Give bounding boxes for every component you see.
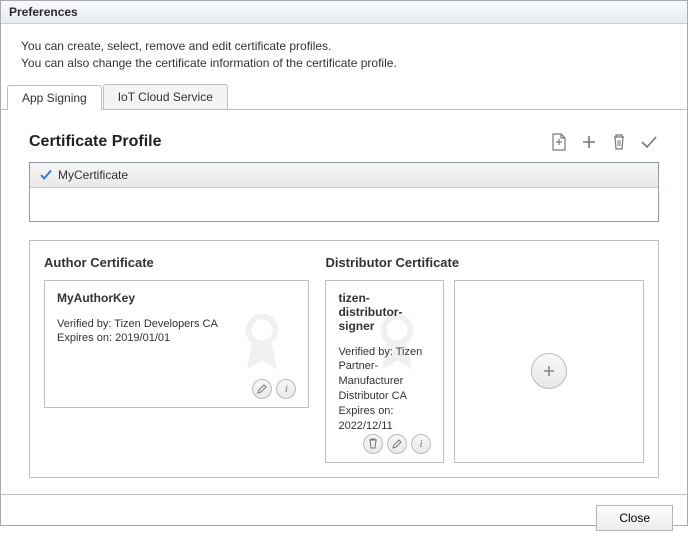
close-button-label: Close xyxy=(619,511,650,525)
author-cert-actions: i xyxy=(57,379,296,399)
set-active-profile-icon[interactable] xyxy=(639,132,659,152)
add-profile-icon[interactable] xyxy=(579,132,599,152)
check-icon xyxy=(40,169,52,181)
distributor-cert-row: tizen-distributor-signer Verified by: Ti… xyxy=(325,280,644,463)
profile-item[interactable]: MyCertificate xyxy=(30,166,658,184)
distributor-cert-name: tizen-distributor-signer xyxy=(338,291,431,333)
section-header: Certificate Profile xyxy=(29,132,659,152)
distributor-cert-actions: i xyxy=(338,434,431,454)
distributor-cert-verified: Verified by: Tizen Partner-Manufacturer … xyxy=(338,345,431,404)
window-title: Preferences xyxy=(1,1,687,24)
delete-profile-icon[interactable] xyxy=(609,132,629,152)
edit-distributor-cert-icon[interactable] xyxy=(387,434,407,454)
description-line-2: You can also change the certificate info… xyxy=(21,55,667,72)
profile-list-header: MyCertificate xyxy=(30,163,658,188)
section-heading: Certificate Profile xyxy=(29,133,161,151)
import-profile-icon[interactable] xyxy=(549,132,569,152)
certificates-panel: Author Certificate MyAuthorKey Verified … xyxy=(29,240,659,478)
author-certificate-card: MyAuthorKey Verified by: Tizen Developer… xyxy=(44,280,309,408)
close-button[interactable]: Close xyxy=(596,505,673,531)
preferences-window: Preferences You can create, select, remo… xyxy=(0,0,688,526)
author-certificate-column: Author Certificate MyAuthorKey Verified … xyxy=(44,255,309,463)
info-distributor-cert-icon[interactable]: i xyxy=(411,434,431,454)
description-line-1: You can create, select, remove and edit … xyxy=(21,38,667,55)
distributor-cert-body: Verified by: Tizen Partner-Manufacturer … xyxy=(338,345,431,434)
tab-iot-cloud[interactable]: IoT Cloud Service xyxy=(103,84,228,109)
author-cert-body: Verified by: Tizen Developers CA Expires… xyxy=(57,317,296,347)
profile-list: MyCertificate xyxy=(29,162,659,222)
edit-author-cert-icon[interactable] xyxy=(252,379,272,399)
certificates-columns: Author Certificate MyAuthorKey Verified … xyxy=(44,255,644,463)
info-author-cert-icon[interactable]: i xyxy=(276,379,296,399)
tab-iot-cloud-label: IoT Cloud Service xyxy=(118,90,213,104)
delete-distributor-cert-icon[interactable] xyxy=(363,434,383,454)
distributor-cert-expires: Expires on: 2022/12/11 xyxy=(338,404,431,434)
profile-toolbar xyxy=(549,132,659,152)
tabs: App Signing IoT Cloud Service xyxy=(1,84,687,110)
profile-item-name: MyCertificate xyxy=(58,168,128,182)
distributor-certificate-title: Distributor Certificate xyxy=(325,255,644,270)
distributor-certificate-column: Distributor Certificate tizen-distributo… xyxy=(325,255,644,463)
add-distributor-cert-card[interactable] xyxy=(454,280,644,463)
tab-pane-app-signing: Certificate Profile xyxy=(1,110,687,495)
description-block: You can create, select, remove and edit … xyxy=(1,24,687,84)
author-cert-expires: Expires on: 2019/01/01 xyxy=(57,331,296,346)
add-distributor-cert-icon[interactable] xyxy=(531,353,567,389)
dialog-footer: Close xyxy=(1,495,687,541)
distributor-certificate-card: tizen-distributor-signer Verified by: Ti… xyxy=(325,280,444,463)
author-cert-verified: Verified by: Tizen Developers CA xyxy=(57,317,296,332)
author-cert-name: MyAuthorKey xyxy=(57,291,296,305)
author-certificate-title: Author Certificate xyxy=(44,255,309,270)
tab-app-signing-label: App Signing xyxy=(22,91,87,105)
tab-app-signing[interactable]: App Signing xyxy=(7,85,102,110)
